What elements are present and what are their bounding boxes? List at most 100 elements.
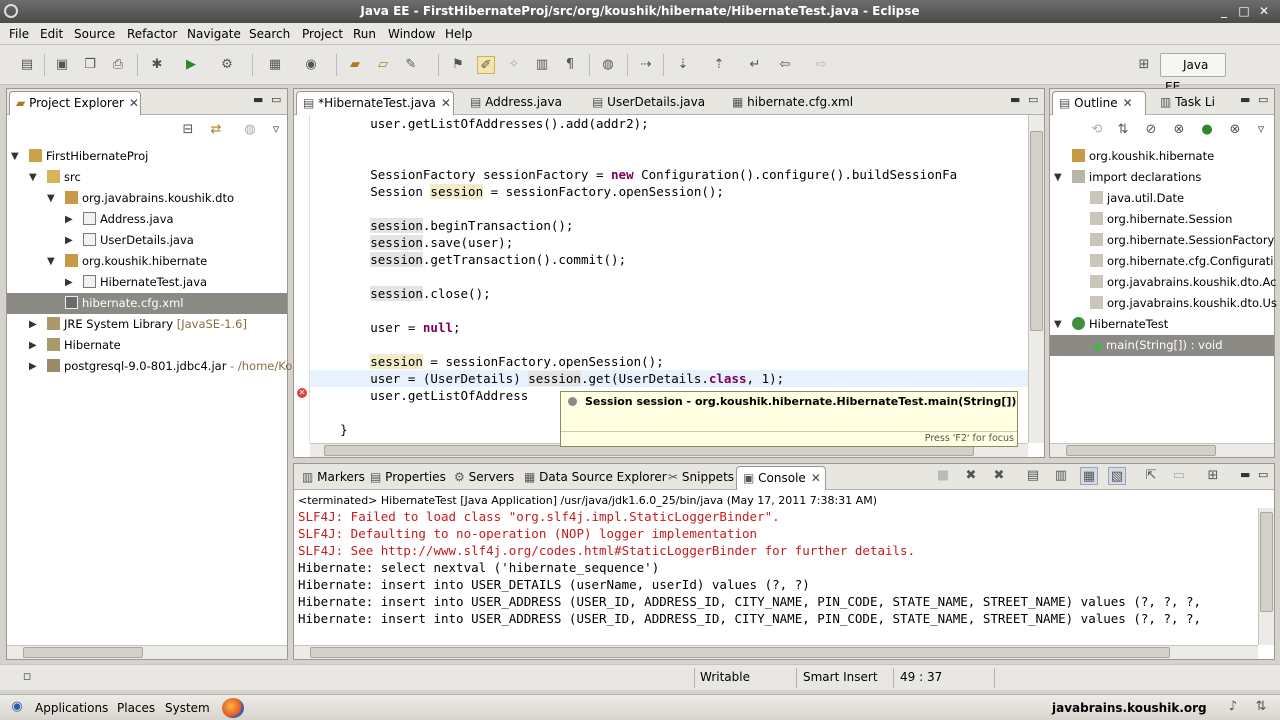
editor-vscroll[interactable] xyxy=(1028,115,1044,443)
print-icon[interactable]: ⎙ xyxy=(109,56,127,74)
outline-item-package[interactable]: org.koushik.hibernate xyxy=(1050,146,1274,167)
hide-local-types-icon[interactable]: ⊗ xyxy=(1226,121,1244,139)
maximize-view-icon[interactable]: ▭ xyxy=(1258,93,1268,106)
last-edit-location-icon[interactable]: ↵ xyxy=(746,56,764,74)
outline-item-class[interactable]: ▼ HibernateTest xyxy=(1050,314,1274,335)
tree-item-package-dto[interactable]: ▼ org.javabrains.koushik.dto xyxy=(7,188,287,209)
close-button[interactable]: ✕ xyxy=(1256,3,1272,19)
volume-icon[interactable]: ♪ xyxy=(1224,698,1242,716)
menu-source[interactable]: Source xyxy=(74,27,115,41)
block-selection-icon[interactable]: ✧ xyxy=(505,56,523,74)
project-explorer-hscroll[interactable] xyxy=(7,645,287,659)
console-vscroll[interactable] xyxy=(1258,508,1274,645)
next-annotation-icon[interactable]: ⇢ xyxy=(637,56,655,74)
forward-icon[interactable]: ⇨ xyxy=(812,56,830,74)
hide-static-icon[interactable]: ⊗ xyxy=(1170,121,1188,139)
show-whitespace-icon[interactable]: ▥ xyxy=(533,56,551,74)
chevron-right-icon[interactable]: ▶ xyxy=(29,356,37,377)
hover-tooltip[interactable]: Session session - org.koushik.hibernate.… xyxy=(560,391,1018,447)
highlight-icon[interactable]: ✐ xyxy=(477,56,495,74)
menu-help[interactable]: Help xyxy=(445,27,472,41)
tab-outline[interactable]: ▤ Outline ✕ xyxy=(1052,91,1146,115)
maximize-button[interactable]: □ xyxy=(1236,3,1252,19)
console-output[interactable]: SLF4J: Failed to load class "org.slf4j.i… xyxy=(298,508,1256,645)
link-editor-icon[interactable]: ⇄ xyxy=(207,121,225,139)
maximize-view-icon[interactable]: ▭ xyxy=(271,93,281,106)
previous-edit-icon[interactable]: ⇡ xyxy=(710,56,728,74)
view-menu-icon[interactable]: ▿ xyxy=(1252,121,1270,139)
collapse-all-icon[interactable]: ⊟ xyxy=(179,121,197,139)
display-selected-console-icon[interactable]: ▭ xyxy=(1170,467,1188,485)
new-icon[interactable]: ▤ xyxy=(18,56,36,74)
firefox-icon[interactable] xyxy=(222,698,244,718)
console-hscroll[interactable] xyxy=(294,645,1258,659)
search-icon[interactable]: ✎ xyxy=(402,56,420,74)
taskbar-system[interactable]: System xyxy=(165,701,210,715)
scroll-thumb[interactable] xyxy=(23,647,143,658)
taskbar-places[interactable]: Places xyxy=(117,701,155,715)
minimize-view-icon[interactable]: ▬ xyxy=(1240,468,1250,481)
chevron-down-icon[interactable]: ▼ xyxy=(29,167,37,188)
tab-servers[interactable]: ⚙ Servers xyxy=(448,466,516,490)
tree-item-userdetails-java[interactable]: ▶ UserDetails.java xyxy=(7,230,287,251)
tab-userdetails[interactable]: ▤ UserDetails.java xyxy=(586,91,716,115)
scroll-thumb[interactable] xyxy=(1030,131,1043,331)
minimize-view-icon[interactable]: ▬ xyxy=(253,93,263,106)
external-tools-icon[interactable]: ⚙ xyxy=(218,56,236,74)
run-icon[interactable]: ▶ xyxy=(182,56,200,74)
maximize-view-icon[interactable]: ▭ xyxy=(1258,468,1268,481)
outline-item-import[interactable]: org.javabrains.koushik.dto.Us xyxy=(1050,293,1277,314)
chevron-right-icon[interactable]: ▶ xyxy=(29,335,37,356)
minimize-view-icon[interactable]: ▬ xyxy=(1240,93,1250,106)
chevron-down-icon[interactable]: ▼ xyxy=(47,251,55,272)
open-console-icon[interactable]: ⊞ xyxy=(1204,467,1222,485)
outline-item-import[interactable]: java.util.Date xyxy=(1050,188,1274,209)
menu-project[interactable]: Project xyxy=(302,27,343,41)
hide-fields-icon[interactable]: ⊘ xyxy=(1142,121,1160,139)
fast-view-icon[interactable]: ▫ xyxy=(18,668,36,686)
web-browser-icon[interactable]: ◍ xyxy=(599,56,617,74)
scroll-thumb[interactable] xyxy=(1066,445,1216,456)
remove-launch-icon[interactable]: ✖ xyxy=(962,467,980,485)
tab-data-source-explorer[interactable]: ▦ Data Source Explorer xyxy=(518,466,667,490)
show-on-output-icon[interactable]: ▦ xyxy=(1080,467,1098,485)
tree-item-hibernatetest-java[interactable]: ▶ HibernateTest.java xyxy=(7,272,287,293)
scroll-thumb[interactable] xyxy=(1260,512,1273,612)
outline-item-imports[interactable]: ▼ import declarations xyxy=(1050,167,1274,188)
menu-file[interactable]: File xyxy=(9,27,29,41)
taskbar-applications[interactable]: Applications xyxy=(35,701,108,715)
hide-nonpublic-icon[interactable]: ● xyxy=(1198,121,1216,139)
pin-console-icon[interactable]: ⇱ xyxy=(1142,467,1160,485)
close-icon[interactable]: ✕ xyxy=(1123,92,1133,114)
sync-icon[interactable]: ⟲ xyxy=(1088,121,1106,139)
toggle-mark-icon[interactable]: ⚑ xyxy=(449,56,467,74)
tree-item-hibernate-cfg-xml[interactable]: hibernate.cfg.xml xyxy=(7,293,287,314)
menu-search[interactable]: Search xyxy=(249,27,290,41)
minimize-button[interactable]: _ xyxy=(1216,3,1232,19)
close-icon[interactable]: ✕ xyxy=(811,467,821,489)
close-icon[interactable]: ✕ xyxy=(129,92,139,114)
open-perspective-icon[interactable]: ⊞ xyxy=(1135,56,1153,74)
outline-item-import[interactable]: org.hibernate.Session xyxy=(1050,209,1274,230)
remove-all-icon[interactable]: ✖ xyxy=(990,467,1008,485)
tab-markers[interactable]: ▥ Markers xyxy=(296,466,365,490)
tree-item-package-hibernate[interactable]: ▼ org.koushik.hibernate xyxy=(7,251,287,272)
debug-icon[interactable]: ✱ xyxy=(148,56,166,74)
tab-task-list[interactable]: ▥ Task Li xyxy=(1154,91,1234,115)
tab-project-explorer[interactable]: ▰ Project Explorer ✕ xyxy=(9,91,141,115)
outline-item-import[interactable]: org.javabrains.koushik.dto.Ac xyxy=(1050,272,1276,293)
tree-item-address-java[interactable]: ▶ Address.java xyxy=(7,209,287,230)
open-folder-icon[interactable]: ▱ xyxy=(374,56,392,74)
save-all-icon[interactable]: ❐ xyxy=(81,56,99,74)
chevron-down-icon[interactable]: ▼ xyxy=(1054,314,1062,335)
sort-icon[interactable]: ⇅ xyxy=(1114,121,1132,139)
menu-navigate[interactable]: Navigate xyxy=(187,27,241,41)
back-icon[interactable]: ⇦ xyxy=(776,56,794,74)
new-class-icon[interactable]: ◉ xyxy=(302,56,320,74)
tree-item-postgresql-jar[interactable]: ▶ postgresql-9.0-801.jdbc4.jar - /home/K… xyxy=(7,356,300,377)
clear-console-icon[interactable]: ▤ xyxy=(1024,467,1042,485)
next-edit-icon[interactable]: ⇣ xyxy=(674,56,692,74)
minimize-view-icon[interactable]: ▬ xyxy=(1010,93,1020,106)
perspective-java-ee[interactable]: Java EE xyxy=(1160,53,1226,94)
maximize-view-icon[interactable]: ▭ xyxy=(1028,93,1038,106)
